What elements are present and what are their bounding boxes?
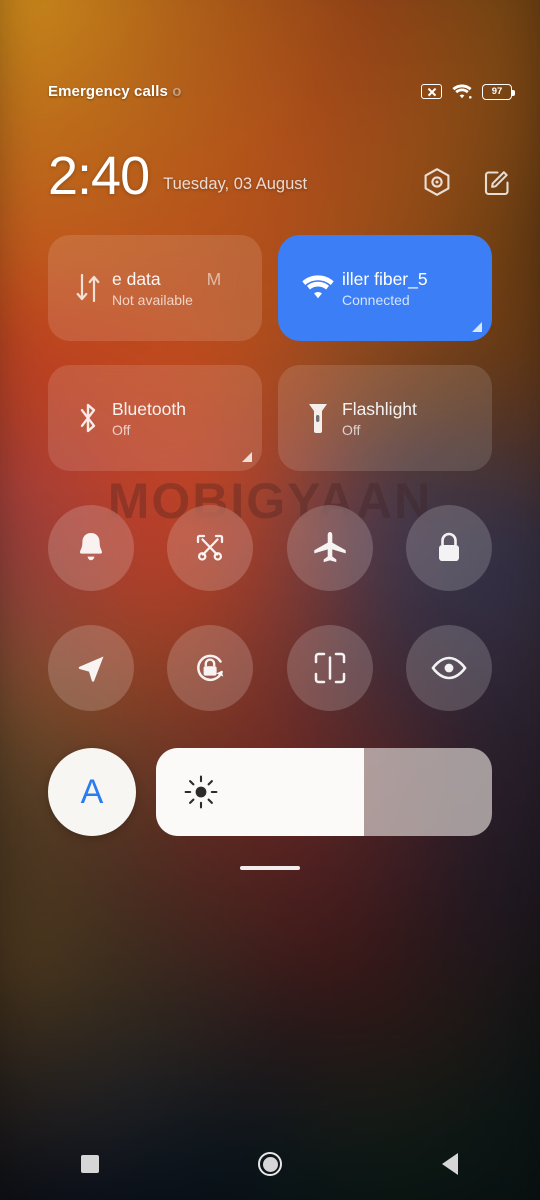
toggle-auto-rotate[interactable] bbox=[167, 625, 254, 711]
rotate-lock-icon bbox=[197, 654, 224, 682]
tile-flashlight-subtitle: Off bbox=[342, 421, 361, 438]
battery-icon: 97 bbox=[482, 83, 515, 100]
quick-tiles-row-1: e data M Not available iller fiber_5 Con… bbox=[48, 235, 492, 341]
clock-date: Tuesday, 03 August bbox=[163, 174, 308, 193]
quick-toggles-row-1 bbox=[48, 505, 492, 591]
toggle-screenshot[interactable] bbox=[167, 505, 254, 591]
toggle-silent-mode[interactable] bbox=[48, 505, 134, 591]
wifi-icon bbox=[294, 274, 342, 302]
toggle-reading-mode[interactable] bbox=[405, 625, 492, 711]
scan-frame-icon bbox=[314, 652, 345, 684]
recents-square-icon bbox=[81, 1155, 99, 1173]
bell-icon bbox=[80, 533, 102, 561]
data-transfer-icon bbox=[64, 271, 112, 305]
carrier-label-overflow: o bbox=[172, 83, 182, 100]
flashlight-icon bbox=[294, 401, 342, 435]
toggle-scanner[interactable] bbox=[286, 625, 373, 711]
tile-wifi-text: iller fiber_5 Connected bbox=[342, 269, 492, 308]
wifi-icon bbox=[452, 84, 472, 99]
brightness-slider[interactable] bbox=[156, 748, 492, 836]
back-button[interactable] bbox=[405, 1140, 495, 1188]
home-circle-icon bbox=[258, 1152, 282, 1176]
edit-tiles-icon[interactable] bbox=[482, 168, 512, 198]
header-actions bbox=[422, 167, 512, 199]
recents-button[interactable] bbox=[45, 1140, 135, 1188]
tile-mobile-data-subtitle: Not available bbox=[112, 291, 193, 308]
tile-flashlight-text: Flashlight Off bbox=[342, 399, 492, 438]
quick-toggles-row-2 bbox=[48, 625, 492, 711]
tile-wifi-expand-indicator[interactable] bbox=[472, 322, 482, 332]
scissors-screenshot-icon bbox=[197, 534, 224, 561]
home-button[interactable] bbox=[225, 1140, 315, 1188]
tile-bluetooth-title: Bluetooth bbox=[112, 398, 186, 419]
sun-brightness-icon bbox=[184, 775, 218, 809]
tile-flashlight[interactable]: Flashlight Off bbox=[278, 365, 492, 471]
brightness-row: A bbox=[48, 748, 492, 836]
tile-mobile-data[interactable]: e data M Not available bbox=[48, 235, 262, 341]
clock-row: 2:40 Tuesday, 03 August bbox=[48, 145, 512, 207]
tile-bluetooth-expand-indicator[interactable] bbox=[242, 452, 252, 462]
tile-mobile-data-text: e data M Not available bbox=[112, 269, 262, 308]
clock-time: 2:40 bbox=[48, 146, 150, 206]
bluetooth-icon bbox=[64, 401, 112, 435]
battery-level-label: 97 bbox=[491, 85, 503, 97]
toggle-airplane-mode[interactable] bbox=[286, 505, 373, 591]
tile-mobile-data-title-fragment-1: e data bbox=[112, 268, 161, 289]
airplane-icon bbox=[313, 532, 346, 563]
tile-mobile-data-title-fragment-2: M bbox=[206, 268, 222, 289]
status-bar: Emergency calls o 97 bbox=[0, 0, 540, 118]
no-sim-icon bbox=[421, 84, 442, 99]
lock-icon bbox=[438, 532, 459, 561]
status-bar-icons: 97 bbox=[421, 83, 515, 100]
tile-flashlight-title: Flashlight bbox=[342, 398, 417, 419]
back-triangle-icon bbox=[442, 1153, 458, 1175]
toggle-location[interactable] bbox=[48, 625, 134, 711]
location-arrow-icon bbox=[78, 656, 104, 682]
tile-bluetooth-subtitle: Off bbox=[112, 421, 131, 438]
hexagon-settings-icon[interactable] bbox=[422, 167, 452, 199]
eye-icon bbox=[431, 656, 467, 680]
carrier-label-text: Emergency calls bbox=[48, 83, 168, 100]
tile-wifi-title: iller fiber_5 bbox=[342, 268, 428, 289]
quick-settings-panel: MOBIGYAAN Emergency calls o 97 2:40 Tues… bbox=[0, 0, 540, 1200]
tile-wifi[interactable]: iller fiber_5 Connected bbox=[278, 235, 492, 341]
tile-mobile-data-title-marquee: e data M bbox=[112, 269, 254, 290]
tile-bluetooth-text: Bluetooth Off bbox=[112, 399, 262, 438]
navigation-bar bbox=[0, 1128, 540, 1200]
toggle-screen-lock[interactable] bbox=[405, 505, 492, 591]
tile-bluetooth[interactable]: Bluetooth Off bbox=[48, 365, 262, 471]
quick-tiles-row-2: Bluetooth Off Flashlight Off bbox=[48, 365, 492, 471]
carrier-label: Emergency calls o bbox=[48, 83, 181, 100]
auto-brightness-label: A bbox=[80, 773, 104, 811]
auto-brightness-button[interactable]: A bbox=[48, 748, 136, 836]
panel-drag-handle[interactable] bbox=[240, 866, 300, 870]
tile-wifi-subtitle: Connected bbox=[342, 291, 410, 308]
